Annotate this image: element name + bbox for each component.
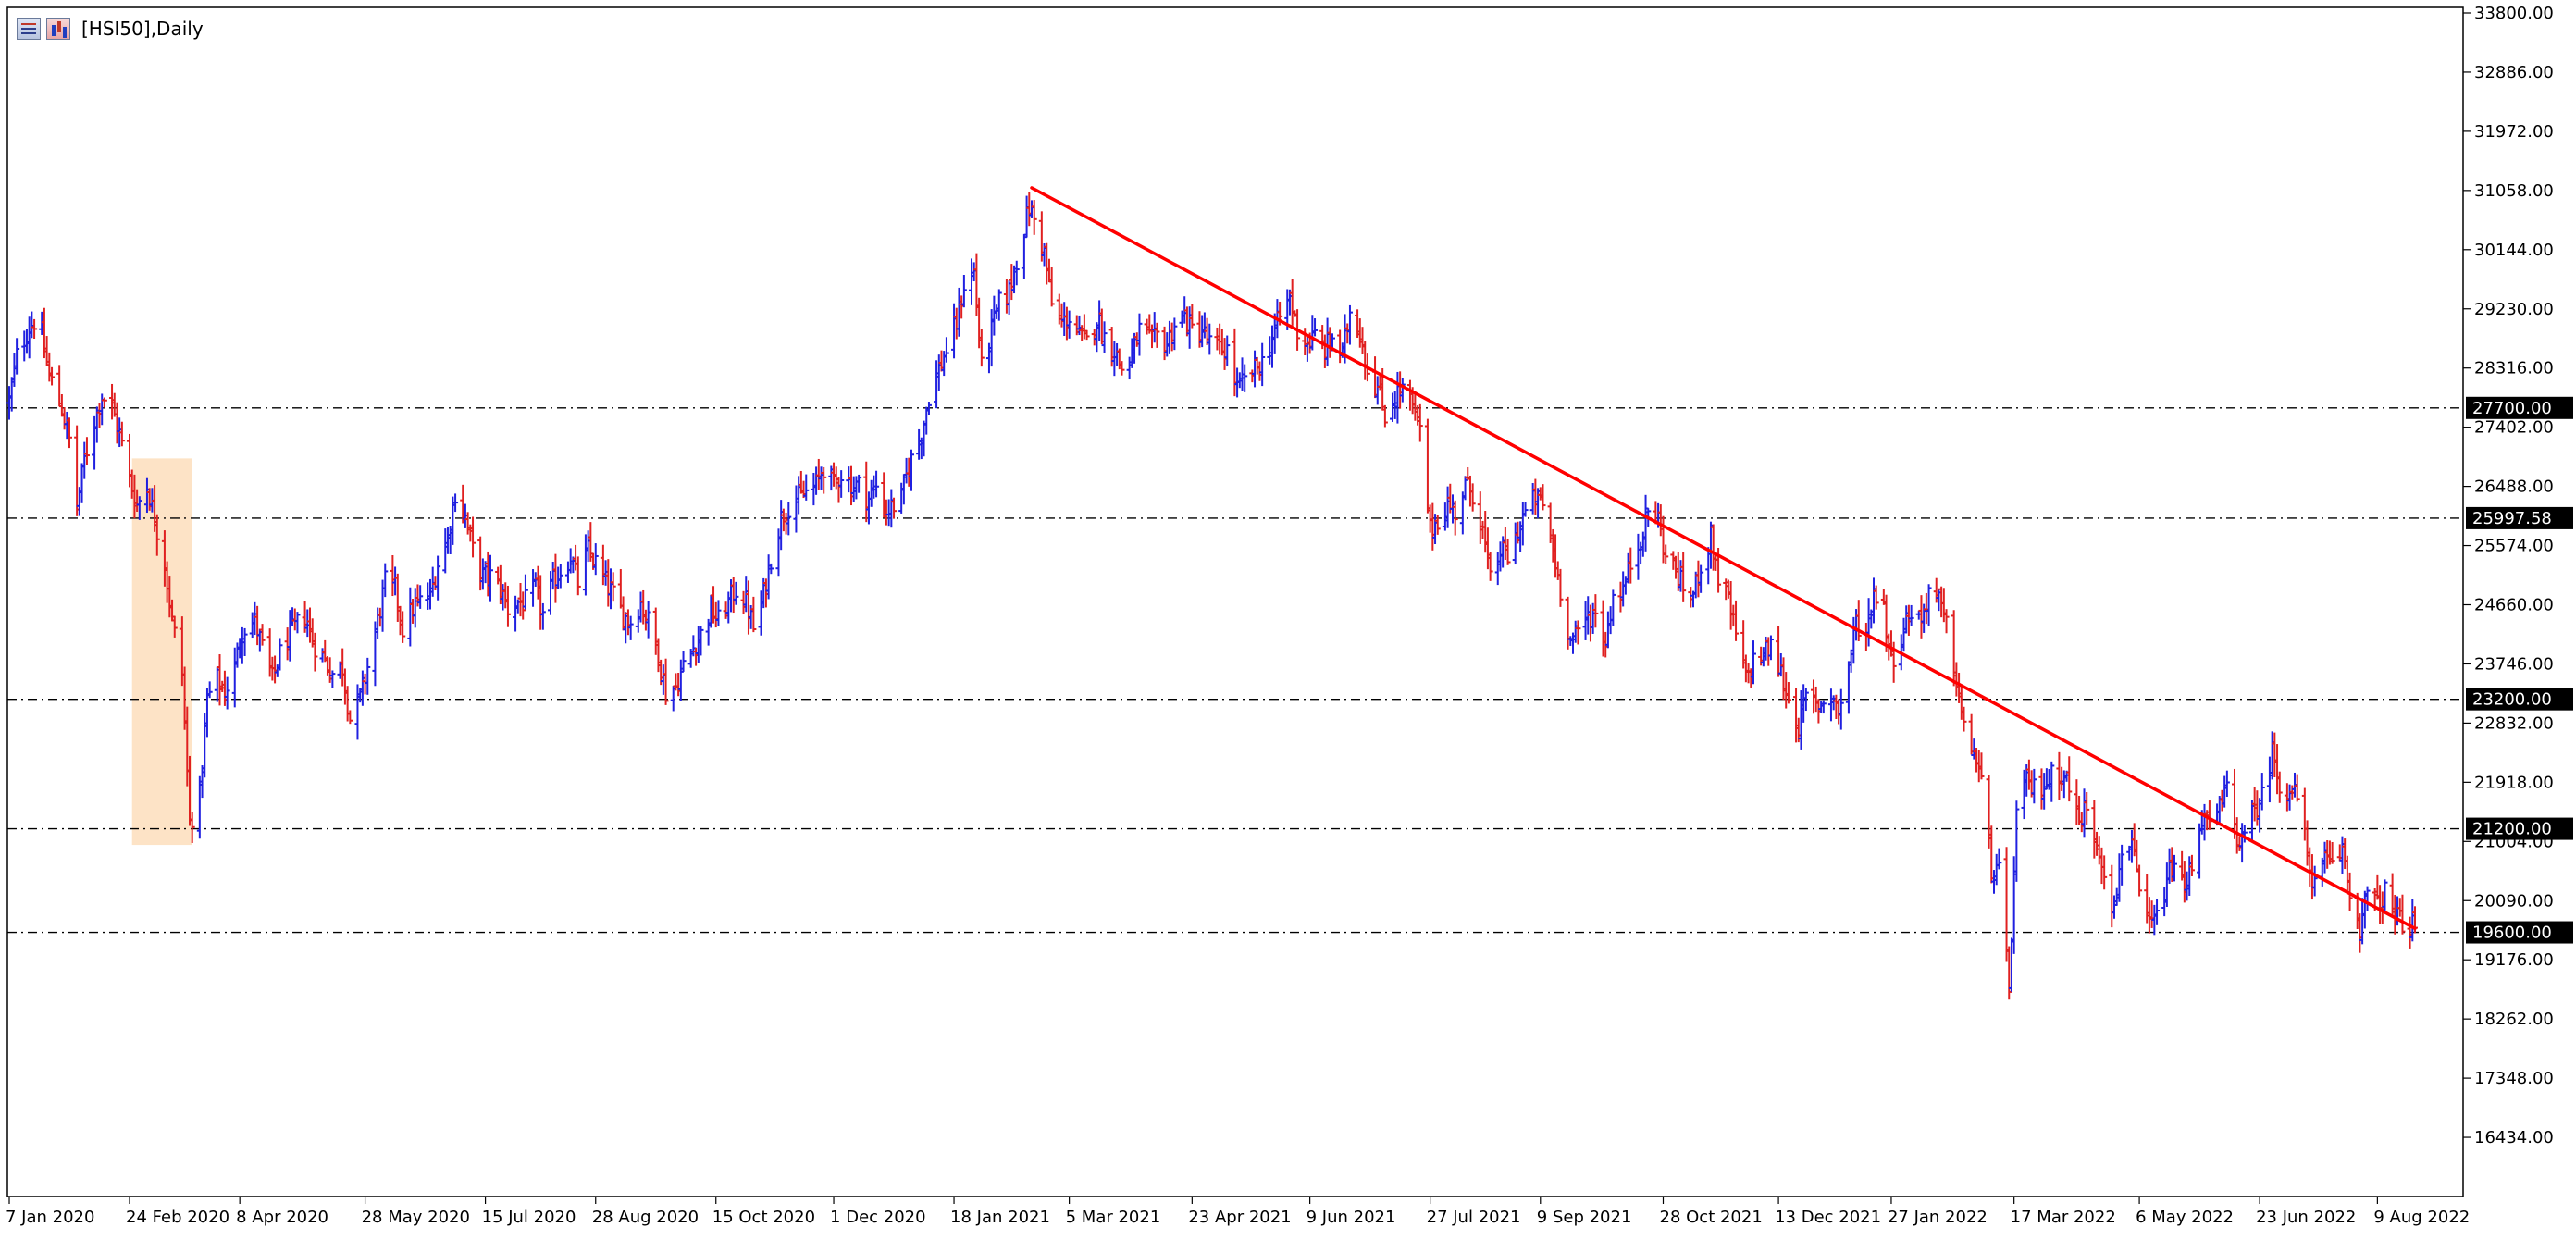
- y-tick-label: 32886.00: [2474, 63, 2554, 82]
- y-tick-label: 28316.00: [2474, 359, 2554, 378]
- price-chart[interactable]: 33800.00 32886.00 31972.00 31058.00 30144.00…: [0, 0, 2576, 1240]
- chart-list-icon[interactable]: [17, 18, 41, 40]
- x-tick-label: 27 Jan 2022: [1888, 1208, 1988, 1227]
- x-tick-label: 28 Aug 2020: [592, 1208, 699, 1227]
- y-tick-label: 20090.00: [2474, 891, 2554, 911]
- y-tick-label: 31058.00: [2474, 181, 2554, 201]
- x-tick-label: 18 Jan 2021: [950, 1208, 1050, 1227]
- level-label: 25997.58: [2472, 509, 2552, 528]
- y-tick-label: 16434.00: [2474, 1128, 2554, 1147]
- x-tick-label: 1 Dec 2020: [830, 1208, 926, 1227]
- y-axis: 33800.00 32886.00 31972.00 31058.00 30144.00…: [2463, 4, 2554, 1147]
- chart-window[interactable]: 33800.00 32886.00 31972.00 31058.00 30144.00…: [0, 0, 2576, 1240]
- x-tick-label: 9 Aug 2022: [2373, 1208, 2470, 1227]
- level-label: 21200.00: [2472, 820, 2552, 839]
- chart-bars-icon[interactable]: [46, 18, 70, 40]
- y-tick-label: 27402.00: [2474, 418, 2554, 438]
- chart-frame: [6, 6, 2464, 1197]
- x-tick-label: 5 Mar 2021: [1066, 1208, 1161, 1227]
- x-tick-label: 6 May 2022: [2136, 1208, 2234, 1227]
- x-tick-label: 13 Dec 2021: [1775, 1208, 1881, 1227]
- x-tick-label: 28 May 2020: [362, 1208, 470, 1227]
- level-label: 27700.00: [2472, 399, 2552, 418]
- y-tick-label: 26488.00: [2474, 477, 2554, 497]
- x-axis: 7 Jan 2020 24 Feb 2020 8 Apr 2020 28 May 20…: [6, 1197, 2470, 1227]
- y-tick-label: 19176.00: [2474, 950, 2554, 970]
- chart-header: [HSI50],Daily: [17, 13, 204, 44]
- y-tick-label: 21918.00: [2474, 773, 2554, 792]
- y-tick-label: 25574.00: [2474, 537, 2554, 556]
- x-tick-label: 9 Sep 2021: [1537, 1208, 1632, 1227]
- y-tick-label: 18262.00: [2474, 1010, 2554, 1029]
- y-tick-label: 23746.00: [2474, 654, 2554, 674]
- x-tick-label: 9 Jun 2021: [1307, 1208, 1396, 1227]
- chart-title: [HSI50],Daily: [81, 18, 204, 40]
- y-tick-label: 30144.00: [2474, 241, 2554, 260]
- y-tick-label: 22832.00: [2474, 713, 2554, 733]
- x-tick-label: 23 Apr 2021: [1188, 1208, 1291, 1227]
- x-tick-label: 24 Feb 2020: [126, 1208, 229, 1227]
- x-tick-label: 15 Oct 2020: [712, 1208, 815, 1227]
- level-label: 23200.00: [2472, 690, 2552, 710]
- x-tick-label: 8 Apr 2020: [236, 1208, 328, 1227]
- y-tick-label: 33800.00: [2474, 4, 2554, 23]
- level-label: 19600.00: [2472, 924, 2552, 943]
- y-tick-label: 29230.00: [2474, 300, 2554, 319]
- x-tick-label: 23 Jun 2022: [2256, 1208, 2356, 1227]
- x-tick-label: 17 Mar 2022: [2011, 1208, 2116, 1227]
- x-tick-label: 15 Jul 2020: [482, 1208, 576, 1227]
- y-tick-label: 31972.00: [2474, 122, 2554, 142]
- highlight-zone: [131, 458, 192, 846]
- highlight-zone-layer: [131, 458, 192, 846]
- y-tick-label: 24660.00: [2474, 596, 2554, 615]
- x-tick-label: 7 Jan 2020: [6, 1208, 94, 1227]
- x-tick-label: 27 Jul 2021: [1427, 1208, 1521, 1227]
- y-tick-label: 17348.00: [2474, 1069, 2554, 1088]
- x-tick-label: 28 Oct 2021: [1660, 1208, 1763, 1227]
